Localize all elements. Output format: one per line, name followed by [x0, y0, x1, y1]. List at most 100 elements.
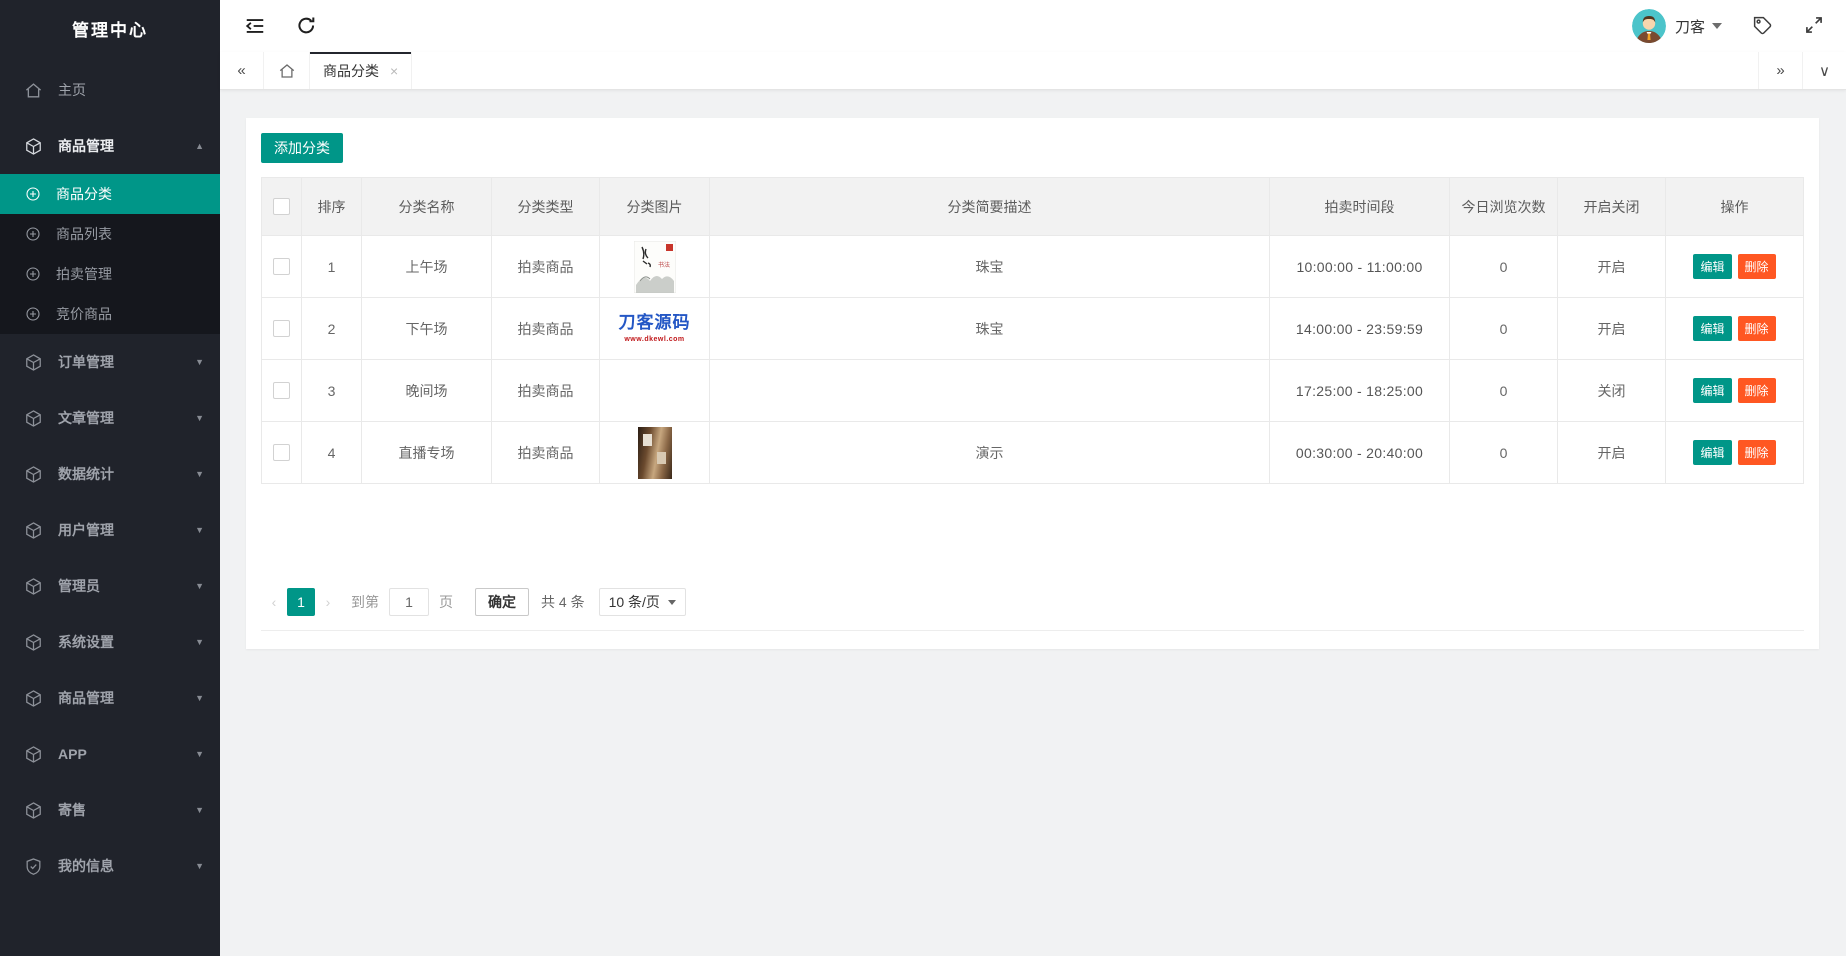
- sidebar-item-auction-management[interactable]: 拍卖管理: [0, 254, 220, 294]
- sidebar-item-label: 订单管理: [58, 354, 114, 370]
- delete-button[interactable]: 删除: [1737, 254, 1776, 279]
- sidebar: 管理中心 主页 商品管理 ▲ 商品分类 商品列表 拍卖管理 竞价商品 订单管理 …: [0, 0, 220, 956]
- add-category-button[interactable]: 添加分类: [261, 133, 343, 163]
- sidebar-item-goods-category[interactable]: 商品分类: [0, 174, 220, 214]
- next-page-button[interactable]: ›: [315, 588, 341, 616]
- sidebar-item-label: 文章管理: [58, 410, 114, 426]
- goto-label: 到第: [351, 594, 379, 610]
- edit-button[interactable]: 编辑: [1693, 378, 1732, 403]
- delete-button[interactable]: 删除: [1737, 440, 1776, 465]
- user-menu[interactable]: 刀客: [1631, 9, 1722, 43]
- sidebar-submenu: 商品分类 商品列表 拍卖管理 竞价商品: [0, 174, 220, 334]
- cube-icon: [24, 801, 43, 820]
- sidebar-item-bidding-goods[interactable]: 竞价商品: [0, 294, 220, 334]
- table-row: 1 上午场 拍卖商品 书法 珠宝 10:00:00 - 11:00:00 0 开…: [261, 235, 1804, 298]
- avatar: [1631, 9, 1666, 43]
- row-checkbox[interactable]: [273, 320, 290, 338]
- cell-switch-status: 开启: [1557, 297, 1666, 360]
- sidebar-item-consignment[interactable]: 寄售 ▼: [0, 782, 220, 838]
- select-all-checkbox[interactable]: [273, 198, 290, 216]
- sidebar-item-article-management[interactable]: 文章管理 ▼: [0, 390, 220, 446]
- cell-name: 上午场: [361, 235, 492, 298]
- circle-plus-icon: [25, 226, 41, 242]
- cell-name: 直播专场: [361, 421, 492, 484]
- caret-down-icon: [667, 599, 676, 605]
- close-icon[interactable]: ×: [390, 64, 398, 78]
- sidebar-item-app[interactable]: APP ▼: [0, 726, 220, 782]
- cell-description: 珠宝: [709, 297, 1270, 360]
- sidebar-item-label: 竞价商品: [56, 306, 112, 322]
- cell-operations: 编辑 删除: [1665, 359, 1804, 422]
- goto-confirm-button[interactable]: 确定: [475, 588, 529, 616]
- caret-down-icon: [1712, 23, 1722, 29]
- tabs-menu-button[interactable]: ∨: [1802, 52, 1846, 89]
- tab-bar: « 商品分类 × » ∨: [220, 52, 1846, 90]
- cell-operations: 编辑 删除: [1665, 235, 1804, 298]
- sidebar-item-goods-management[interactable]: 商品管理 ▲: [0, 118, 220, 174]
- sidebar-item-label: 商品列表: [56, 226, 112, 242]
- column-header-operations: 操作: [1665, 177, 1804, 236]
- delete-button[interactable]: 删除: [1737, 378, 1776, 403]
- pagination-bar: ‹ 1 › 到第 页 确定 共 4 条 10 条/页: [261, 588, 1804, 631]
- edit-button[interactable]: 编辑: [1693, 316, 1732, 341]
- table-row: 4 直播专场 拍卖商品 演示 00:30:00 - 20:40:00 0 开启: [261, 421, 1804, 484]
- table-empty-space: [261, 484, 1804, 588]
- sidebar-item-user-management[interactable]: 用户管理 ▼: [0, 502, 220, 558]
- prev-page-button[interactable]: ‹: [261, 588, 287, 616]
- column-header-sort: 排序: [301, 177, 362, 236]
- row-checkbox[interactable]: [273, 444, 290, 462]
- cell-sort: 3: [301, 359, 362, 422]
- sidebar-item-label: 用户管理: [58, 522, 114, 538]
- delete-button[interactable]: 删除: [1737, 316, 1776, 341]
- tabs-scroll-right-button[interactable]: »: [1758, 52, 1802, 89]
- column-header-name: 分类名称: [361, 177, 492, 236]
- sidebar-item-goods-management-2[interactable]: 商品管理 ▼: [0, 670, 220, 726]
- edit-button[interactable]: 编辑: [1693, 440, 1732, 465]
- row-checkbox[interactable]: [273, 258, 290, 276]
- tag-icon[interactable]: [1752, 15, 1774, 37]
- page-number-button[interactable]: 1: [287, 588, 315, 616]
- edit-button[interactable]: 编辑: [1693, 254, 1732, 279]
- table-row: 2 下午场 拍卖商品 刀客源码 www.dkewl.com 珠宝 14:00:0…: [261, 297, 1804, 360]
- column-header-description: 分类简要描述: [709, 177, 1270, 236]
- sidebar-item-my-info[interactable]: 我的信息 ▼: [0, 838, 220, 894]
- sidebar-item-data-statistics[interactable]: 数据统计 ▼: [0, 446, 220, 502]
- refresh-icon[interactable]: [296, 15, 318, 37]
- cell-time-range: 14:00:00 - 23:59:59: [1269, 297, 1450, 360]
- shop-photo-thumbnail: [637, 426, 672, 479]
- collapse-sidebar-icon[interactable]: [244, 15, 266, 37]
- chevron-down-icon: ▼: [195, 469, 204, 479]
- chevron-down-icon: ▼: [195, 357, 204, 367]
- app-title: 管理中心: [72, 21, 148, 40]
- sidebar-item-system-settings[interactable]: 系统设置 ▼: [0, 614, 220, 670]
- sidebar-item-label: 商品管理: [58, 690, 114, 706]
- page-size-select[interactable]: 10 条/页: [598, 588, 686, 616]
- cell-views: 0: [1449, 297, 1558, 360]
- column-header-views: 今日浏览次数: [1449, 177, 1558, 236]
- circle-plus-icon: [25, 306, 41, 322]
- tab-goods-category[interactable]: 商品分类 ×: [310, 52, 413, 89]
- total-count-label: 共 4 条: [541, 594, 585, 610]
- cell-operations: 编辑 删除: [1665, 421, 1804, 484]
- logo-text: 刀客源码: [618, 312, 691, 332]
- cell-views: 0: [1449, 235, 1558, 298]
- tab-home[interactable]: [264, 52, 310, 89]
- category-table: 排序 分类名称 分类类型 分类图片 分类简要描述 拍卖时间段 今日浏览次数 开启…: [261, 177, 1804, 484]
- goto-page-input[interactable]: [389, 588, 429, 616]
- app-window: 管理中心 主页 商品管理 ▲ 商品分类 商品列表 拍卖管理 竞价商品 订单管理 …: [0, 0, 1846, 956]
- cell-sort: 1: [301, 235, 362, 298]
- column-header-image: 分类图片: [599, 177, 710, 236]
- tabs-scroll-left-button[interactable]: «: [220, 52, 264, 89]
- row-checkbox[interactable]: [273, 382, 290, 400]
- sidebar-item-label: 数据统计: [58, 466, 114, 482]
- cell-sort: 2: [301, 297, 362, 360]
- fullscreen-icon[interactable]: [1804, 15, 1826, 37]
- sidebar-item-administrator[interactable]: 管理员 ▼: [0, 558, 220, 614]
- cell-image: [599, 421, 710, 484]
- sidebar-item-home[interactable]: 主页: [0, 62, 220, 118]
- cell-views: 0: [1449, 359, 1558, 422]
- header-right-tools: 刀客: [1631, 9, 1826, 43]
- cell-views: 0: [1449, 421, 1558, 484]
- sidebar-item-order-management[interactable]: 订单管理 ▼: [0, 334, 220, 390]
- sidebar-item-goods-list[interactable]: 商品列表: [0, 214, 220, 254]
